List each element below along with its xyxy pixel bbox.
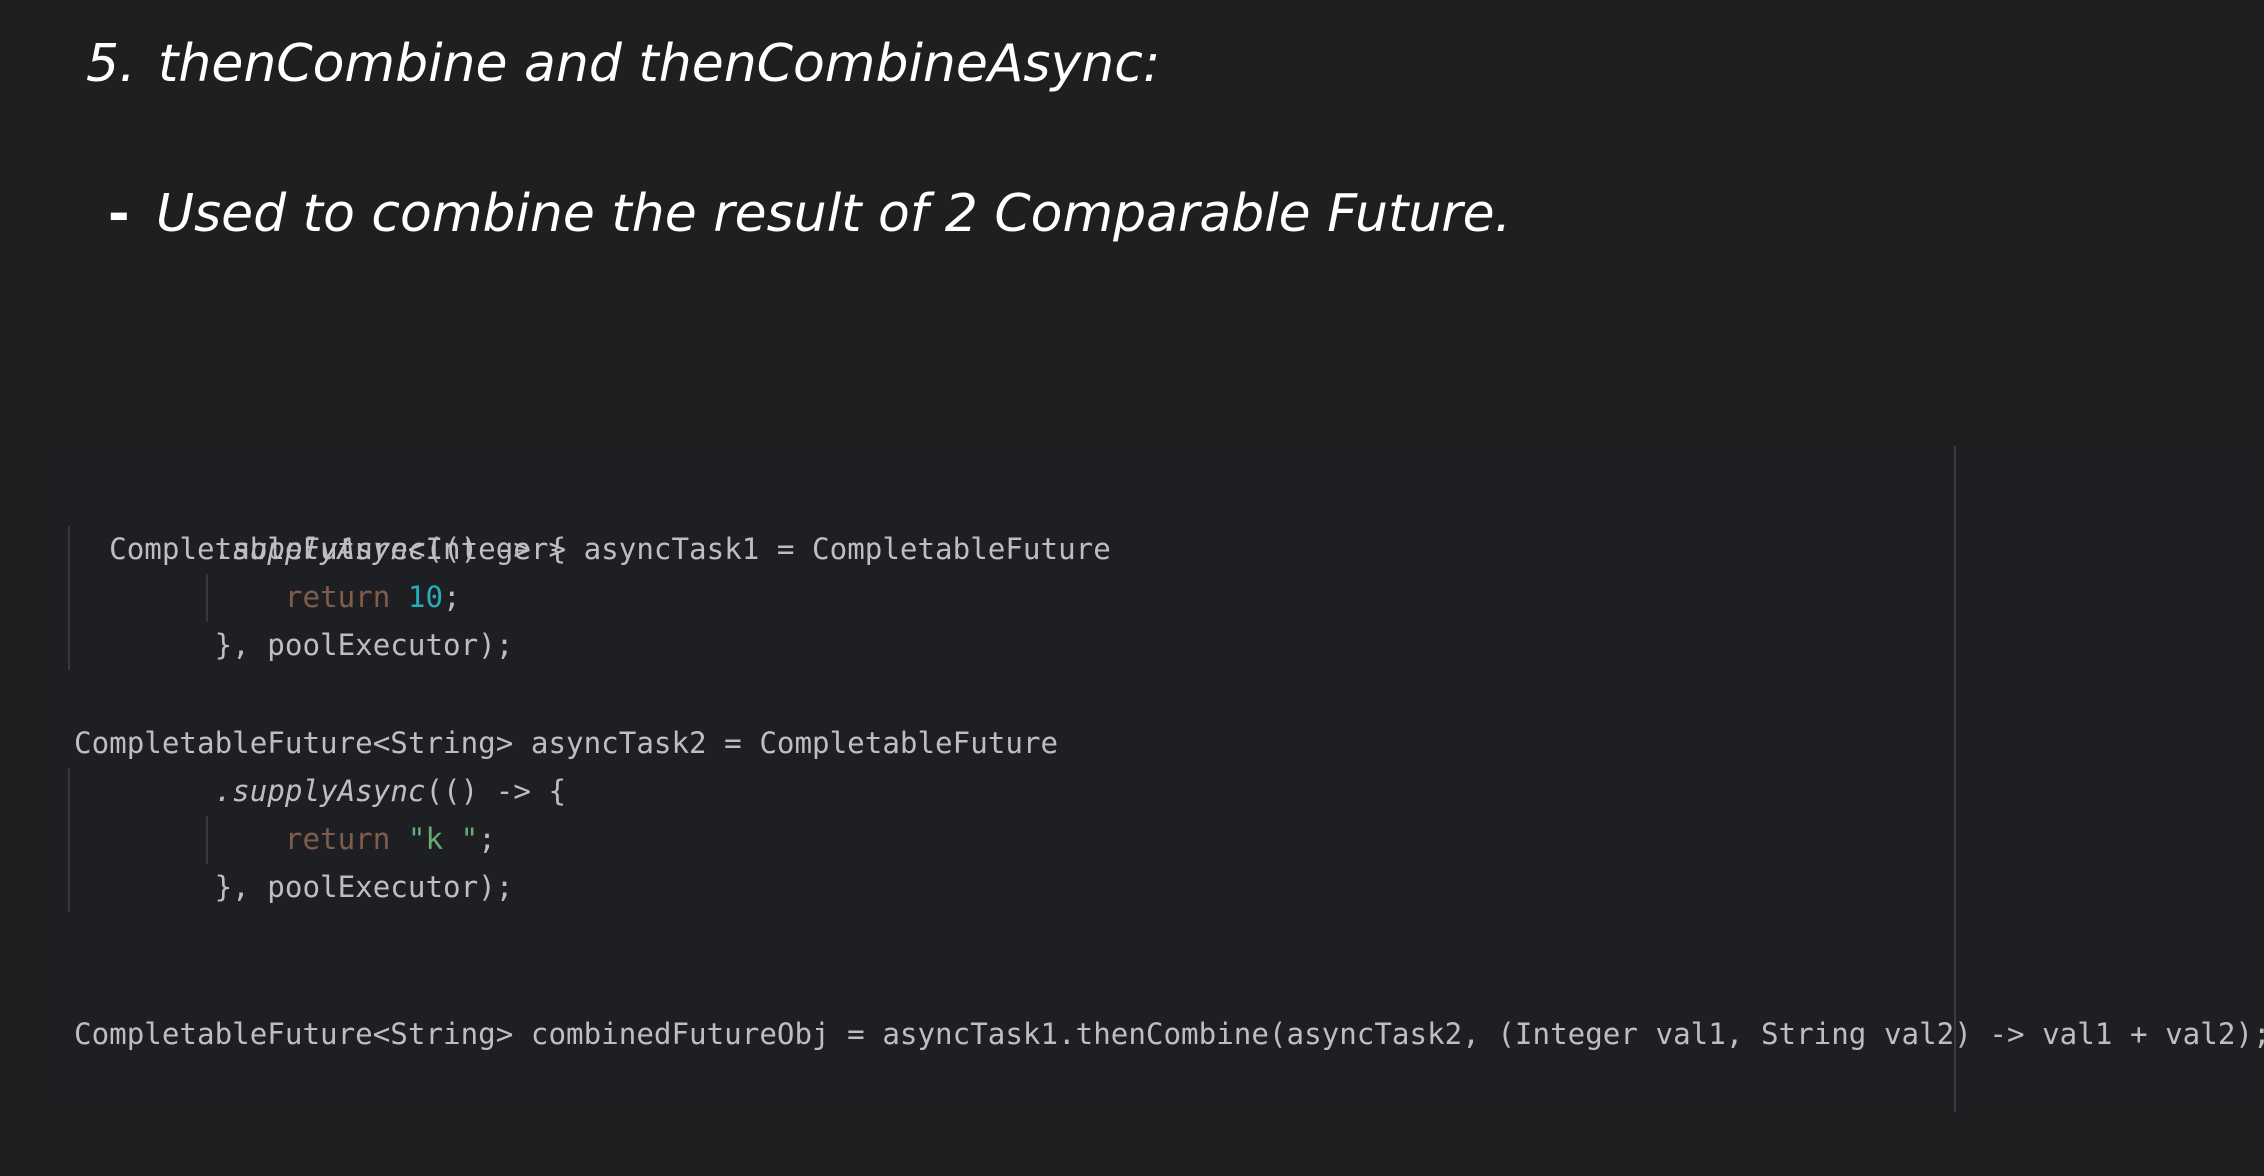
code-number-literal: 10 [407, 580, 444, 614]
code-text: CompletableFuture<String> asyncTask2 = C… [74, 726, 1059, 760]
code-keyword: return [284, 822, 391, 856]
code-text: }, poolExecutor); [74, 628, 514, 662]
code-line: .supplyAsync(() -> { [74, 525, 566, 573]
code-text: ; [443, 580, 461, 614]
code-line: CompletableFuture<String> asyncTask2 = C… [74, 719, 1058, 767]
code-line: }, poolExecutor); [74, 863, 514, 911]
code-method: .supplyAsync [214, 532, 426, 566]
code-text: (() -> { [425, 774, 567, 808]
heading-text: thenCombine and thenCombineAsync: [158, 34, 1161, 94]
heading-number: 5. [86, 34, 136, 94]
indent-guide [68, 768, 70, 912]
code-line: CompletableFuture<Integer> asyncTask1 = … [74, 477, 1111, 566]
code-line: return "k "; [74, 815, 496, 863]
slide-heading: 5. thenCombine and thenCombineAsync: [86, 26, 1160, 102]
code-keyword: return [284, 580, 391, 614]
code-line: return 10; [74, 573, 461, 621]
code-method: .supplyAsync [214, 774, 426, 808]
bullet-point: - Used to combine the result of 2 Compara… [108, 176, 1511, 252]
code-line: .supplyAsync(() -> { [74, 767, 566, 815]
code-text: CompletableFuture<String> combinedFuture… [74, 1017, 2264, 1051]
code-text: (() -> { [425, 532, 567, 566]
code-string-literal: "k " [407, 822, 479, 856]
indent-guide [68, 526, 70, 670]
code-line: CompletableFuture<String> combinedFuture… [74, 1010, 2264, 1058]
code-text: ; [478, 822, 496, 856]
bullet-text: Used to combine the result of 2 Comparab… [156, 184, 1512, 244]
code-text: }, poolExecutor); [74, 870, 514, 904]
code-line: }, poolExecutor); [74, 621, 514, 669]
bullet-dash: - [108, 184, 130, 244]
